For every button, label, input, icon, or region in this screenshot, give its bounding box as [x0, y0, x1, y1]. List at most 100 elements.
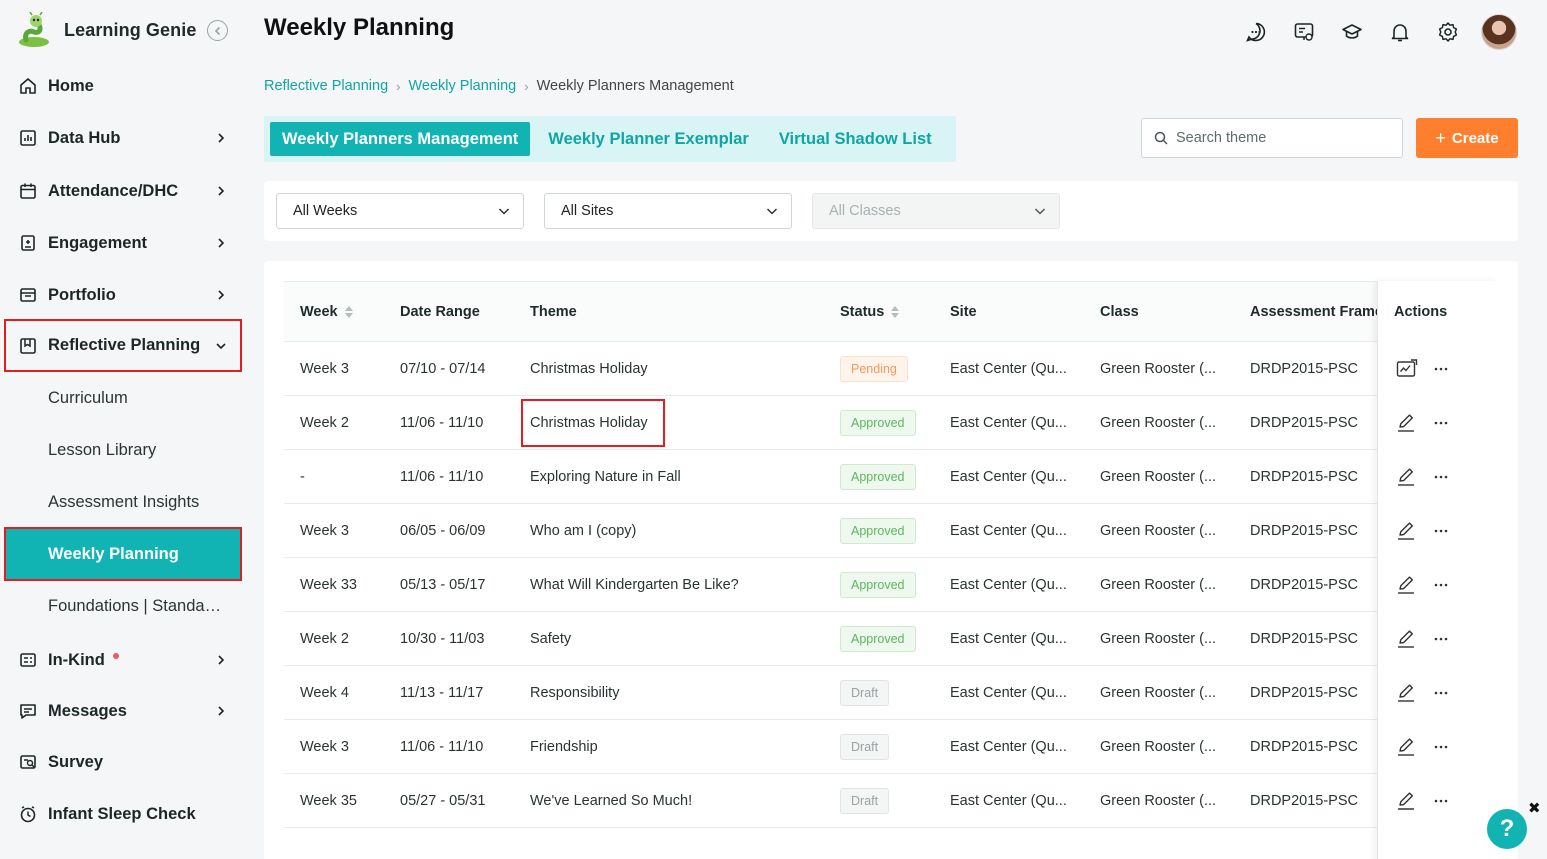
cell-status: Draft — [840, 666, 890, 719]
sidebar-item-in-kind[interactable]: In-Kind — [4, 634, 242, 686]
tab-weekly-planner-exemplar[interactable]: Weekly Planner Exemplar — [536, 122, 761, 156]
sidebar-item-survey[interactable]: Survey — [4, 736, 242, 788]
sidebar-item-messages[interactable]: Messages — [4, 685, 242, 737]
more-options-icon[interactable] — [1434, 558, 1448, 611]
more-options-icon[interactable] — [1434, 450, 1448, 503]
announcement-icon[interactable] — [1291, 19, 1317, 45]
edit-icon[interactable] — [1396, 396, 1416, 449]
cell-theme: Exploring Nature in Fall — [530, 468, 681, 485]
actions-column: Actions — [1377, 281, 1498, 859]
table-row[interactable]: Week 35 05/27 - 05/31 We've Learned So Muc… — [284, 774, 1498, 828]
breadcrumb-current: Weekly Planners Management — [536, 78, 734, 94]
help-button[interactable]: ? — [1487, 809, 1527, 849]
plus-icon: + — [1435, 127, 1446, 148]
search-input[interactable] — [1176, 130, 1386, 146]
edit-icon[interactable] — [1396, 612, 1416, 665]
edit-icon[interactable] — [1396, 504, 1416, 557]
create-button-label: Create — [1451, 129, 1499, 147]
status-badge: Approved — [840, 517, 916, 544]
sidebar: Learning Genie Home Data Hub Attendance/… — [0, 0, 246, 859]
cell-week: Week 3 — [300, 522, 349, 539]
tab-weekly-planners-management[interactable]: Weekly Planners Management — [270, 122, 531, 156]
sidebar-item-label: Engagement — [48, 233, 148, 252]
sidebar-subitem-lesson-library[interactable]: Lesson Library — [4, 424, 242, 476]
sidebar-subitem-foundations[interactable]: Foundations | Standards — [4, 580, 242, 632]
table-row[interactable]: Week 2 10/30 - 11/03 Safety East Center (Qu… — [284, 612, 1498, 666]
more-options-icon[interactable] — [1434, 774, 1448, 827]
close-help-icon[interactable]: ✖ — [1528, 799, 1541, 817]
edit-icon[interactable] — [1396, 558, 1416, 611]
review-icon[interactable] — [1396, 342, 1418, 395]
gear-icon[interactable] — [1435, 19, 1461, 45]
top-toolbar — [1221, 14, 1517, 50]
cell-assessment-framework: DRDP2015-PSC — [1250, 414, 1358, 431]
column-header-week[interactable]: Week — [300, 282, 353, 342]
chevron-down-icon — [766, 208, 778, 215]
more-options-icon[interactable] — [1434, 612, 1448, 665]
cell-week: Week 2 — [300, 630, 349, 647]
breadcrumb-weekly-planning[interactable]: Weekly Planning — [408, 78, 516, 94]
breadcrumb-reflective-planning[interactable]: Reflective Planning — [264, 78, 388, 94]
sidebar-item-portfolio[interactable]: Portfolio — [4, 269, 242, 321]
chevron-right-icon — [218, 290, 225, 300]
status-badge: Approved — [840, 571, 916, 598]
edit-icon[interactable] — [1396, 450, 1416, 503]
graduation-cap-icon[interactable] — [1339, 19, 1365, 45]
calendar-icon — [18, 181, 38, 201]
tab-virtual-shadow-list[interactable]: Virtual Shadow List — [767, 122, 944, 156]
edit-icon[interactable] — [1396, 720, 1416, 773]
chevron-right-icon — [218, 238, 225, 248]
more-options-icon[interactable] — [1434, 666, 1448, 719]
sidebar-item-data-hub[interactable]: Data Hub — [4, 112, 242, 164]
table-row[interactable]: Week 2 11/06 - 11/10 Christmas Holiday East… — [284, 396, 1498, 450]
sidebar-item-attendance[interactable]: Attendance/DHC — [4, 165, 242, 217]
cell-week: Week 2 — [300, 414, 349, 431]
edit-icon[interactable] — [1396, 774, 1416, 827]
sidebar-item-reflective-planning[interactable]: Reflective Planning — [4, 319, 242, 372]
column-header-site: Site — [950, 304, 977, 320]
create-button[interactable]: + Create — [1416, 118, 1518, 158]
sidebar-subitem-label: Foundations | Standards — [48, 596, 224, 615]
cell-theme: Safety — [530, 630, 572, 647]
more-options-icon[interactable] — [1434, 504, 1448, 557]
edit-icon[interactable] — [1396, 666, 1416, 719]
sites-select-value: All Sites — [561, 203, 614, 219]
sidebar-item-infant-sleep-check[interactable]: Infant Sleep Check — [4, 788, 242, 840]
cell-theme: Responsibility — [530, 684, 620, 701]
weeks-select[interactable]: All Weeks — [276, 193, 524, 229]
bell-icon[interactable] — [1387, 19, 1413, 45]
table-row[interactable]: Week 3 07/10 - 07/14 Christmas Holiday East… — [284, 342, 1498, 396]
more-options-icon[interactable] — [1434, 720, 1448, 773]
sort-icon[interactable] — [891, 306, 900, 318]
sidebar-item-engagement[interactable]: Engagement — [4, 217, 242, 269]
survey-icon — [18, 752, 38, 772]
status-badge: Approved — [840, 625, 916, 652]
notification-dot — [112, 652, 119, 659]
more-options-icon[interactable] — [1434, 396, 1448, 449]
classes-select[interactable]: All Classes — [812, 193, 1060, 229]
table-row[interactable]: Week 3 11/06 - 11/10 Friendship East Center… — [284, 720, 1498, 774]
sidebar-subitem-weekly-planning[interactable]: Weekly Planning — [4, 527, 242, 581]
sidebar-subitem-assessment-insights[interactable]: Assessment Insights — [4, 476, 242, 528]
table-row[interactable]: Week 3 06/05 - 06/09 Who am I (copy) East C… — [284, 504, 1498, 558]
collapse-sidebar-button[interactable] — [207, 20, 228, 41]
table-row[interactable]: Week 33 05/13 - 05/17 What Will Kindergart… — [284, 558, 1498, 612]
cell-assessment-framework: DRDP2015-PSC — [1250, 468, 1358, 485]
data-hub-icon — [18, 128, 38, 148]
table-row[interactable]: Week 4 11/13 - 11/17 Responsibility East Ce… — [284, 666, 1498, 720]
sidebar-subitem-curriculum[interactable]: Curriculum — [4, 372, 242, 424]
cell-date-range: 11/13 - 11/17 — [400, 684, 484, 701]
sort-icon[interactable] — [344, 306, 353, 318]
avatar[interactable] — [1481, 14, 1517, 50]
brand[interactable]: Learning Genie — [16, 12, 196, 48]
sites-select[interactable]: All Sites — [544, 193, 792, 229]
sidebar-item-home[interactable]: Home — [4, 60, 242, 112]
column-header-theme: Theme — [530, 304, 577, 320]
cell-date-range: 11/06 - 11/10 — [400, 738, 484, 755]
sidebar-item-label: Messages — [48, 701, 127, 720]
sidebar-subitem-label: Weekly Planning — [48, 544, 179, 563]
chat-icon[interactable] — [1243, 19, 1269, 45]
more-options-icon[interactable] — [1434, 342, 1448, 395]
table-row[interactable]: - 11/06 - 11/10 Exploring Nature in Fall Ea… — [284, 450, 1498, 504]
column-header-status[interactable]: Status — [840, 282, 900, 342]
